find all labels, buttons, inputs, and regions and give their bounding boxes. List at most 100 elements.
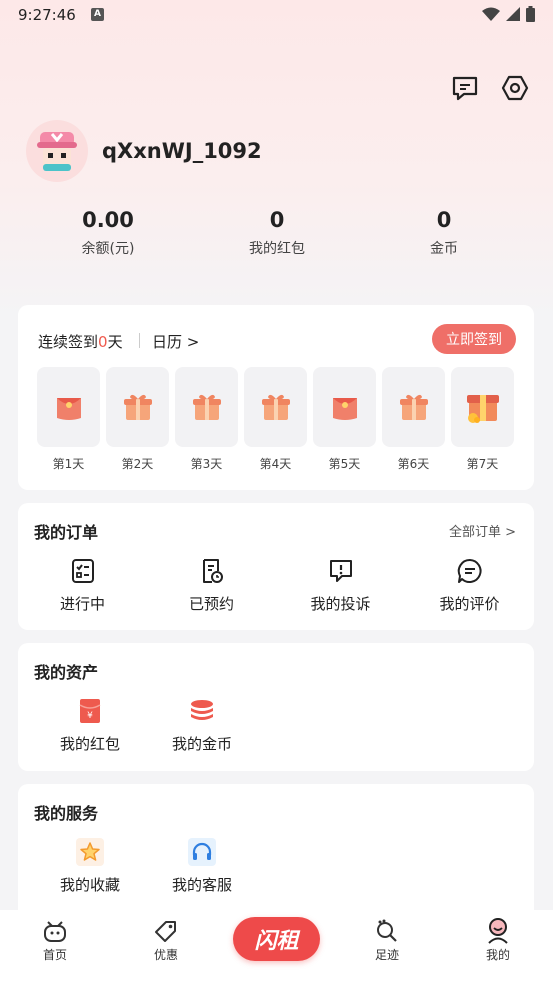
gift-icon <box>261 394 290 420</box>
checkin-day[interactable]: 第5天 <box>313 367 376 472</box>
checkin-day-label: 第7天 <box>466 457 499 471</box>
checkin-day-box <box>37 367 100 447</box>
checklist-icon <box>71 559 94 583</box>
message-button[interactable] <box>451 74 479 102</box>
settings-button[interactable] <box>501 74 529 102</box>
star-icon <box>76 838 104 866</box>
service-item-label: 我的收藏 <box>59 876 120 894</box>
home-icon <box>44 921 66 942</box>
checkin-days: 0 <box>98 333 108 351</box>
red-envelope-icon: ¥ <box>79 699 101 723</box>
tab-label: 足迹 <box>374 948 399 962</box>
profile-header[interactable]: qXxnWJ_1092 <box>26 120 262 182</box>
service-item-label: 我的客服 <box>171 876 232 894</box>
order-in-progress[interactable]: 进行中 <box>18 557 147 614</box>
svg-text:¥: ¥ <box>87 711 93 721</box>
checkin-day[interactable]: 第4天 <box>244 367 307 472</box>
tab-label: 我的 <box>485 948 510 962</box>
review-icon <box>457 558 482 583</box>
checkin-button[interactable]: 立即签到 <box>432 324 516 354</box>
status-bar: 9:27:46 A <box>0 0 553 30</box>
avatar[interactable] <box>26 120 88 182</box>
asset-red-envelope[interactable]: ¥ 我的红包 <box>34 697 146 754</box>
checkin-day[interactable]: 第1天 <box>37 367 100 472</box>
all-orders-link[interactable]: 全部订单 > <box>449 521 516 540</box>
checkin-day-label: 第5天 <box>328 457 361 471</box>
services-row: 我的收藏 我的客服 <box>34 838 258 895</box>
checkin-day[interactable]: 第6天 <box>382 367 445 472</box>
stat-balance[interactable]: 0.00 余额(元) <box>38 208 178 258</box>
services-title: 我的服务 <box>34 804 99 823</box>
gift-icon <box>399 394 428 420</box>
orders-card: 我的订单 全部订单 > 进行中 已预约 我的投诉 我的评价 <box>18 503 534 630</box>
checkin-day-label: 第4天 <box>259 457 292 471</box>
chevron-right-icon: > <box>186 333 200 351</box>
avatar-character-icon <box>37 132 77 171</box>
wifi-icon <box>482 7 500 21</box>
red-envelope-icon <box>56 398 81 420</box>
checkin-day-label: 第6天 <box>397 457 430 471</box>
coin-stack-icon <box>191 700 213 720</box>
assets-card: 我的资产 ¥ 我的红包 我的金币 <box>18 643 534 771</box>
checkin-day-label: 第2天 <box>121 457 154 471</box>
checkin-day-label: 第3天 <box>190 457 223 471</box>
gift-icon <box>192 394 221 420</box>
wallet-stats: 0.00 余额(元) 0 我的红包 0 金币 <box>0 208 553 268</box>
asset-item-label: 我的金币 <box>171 735 232 753</box>
checkin-day[interactable]: 第3天 <box>175 367 238 472</box>
divider <box>139 333 140 348</box>
assets-title: 我的资产 <box>34 663 99 682</box>
orders-title: 我的订单 <box>34 523 99 542</box>
order-item-label: 进行中 <box>59 595 105 613</box>
service-favorites[interactable]: 我的收藏 <box>34 838 146 895</box>
signal-icon <box>506 7 520 21</box>
checkin-day-box <box>175 367 238 447</box>
stat-label: 我的红包 <box>249 241 305 257</box>
center-logo-button[interactable]: 闪租 <box>233 917 320 961</box>
calendar-link[interactable]: 日历 > <box>152 331 199 352</box>
stat-label: 金币 <box>430 241 458 257</box>
order-item-label: 我的投诉 <box>310 595 371 613</box>
checkin-prefix: 连续签到 <box>38 333 99 351</box>
big-gift-icon <box>466 395 499 423</box>
checkin-day-box <box>313 367 376 447</box>
order-reviews[interactable]: 我的评价 <box>405 557 534 614</box>
notification-a-icon: A <box>91 8 104 21</box>
stat-value: 0 <box>269 208 285 232</box>
tab-home[interactable]: 首页 <box>25 918 85 963</box>
checkin-day[interactable]: 第7天 <box>451 367 514 472</box>
status-icons <box>482 6 535 22</box>
order-reserved[interactable]: 已预约 <box>147 557 276 614</box>
document-clock-icon <box>202 559 223 583</box>
username[interactable]: qXxnWJ_1092 <box>102 139 262 163</box>
checkin-card: 连续签到0天 日历 > 立即签到 第1天 第2天 第3天 第4天 第5天 第6天… <box>18 305 534 490</box>
checkin-day[interactable]: 第2天 <box>106 367 169 472</box>
order-item-label: 已预约 <box>188 595 234 613</box>
header-actions <box>451 74 529 102</box>
checkin-suffix: 天 <box>107 333 123 351</box>
stat-value: 0 <box>436 208 452 232</box>
checkin-day-box <box>244 367 307 447</box>
service-support[interactable]: 我的客服 <box>146 838 258 895</box>
order-complaints[interactable]: 我的投诉 <box>276 557 405 614</box>
gift-icon <box>123 394 152 420</box>
asset-item-label: 我的红包 <box>59 735 120 753</box>
profile-face-icon <box>488 918 508 944</box>
stat-coins[interactable]: 0 金币 <box>374 208 514 258</box>
orders-row: 进行中 已预约 我的投诉 我的评价 <box>18 557 534 614</box>
checkin-day-box <box>451 367 514 447</box>
checkin-day-box <box>106 367 169 447</box>
tab-mine[interactable]: 我的 <box>468 918 528 963</box>
red-envelope-icon <box>332 398 357 420</box>
tab-deals[interactable]: 优惠 <box>136 918 196 963</box>
tab-footprints[interactable]: 足迹 <box>357 918 417 963</box>
order-item-label: 我的评价 <box>439 595 500 613</box>
stat-red-envelopes[interactable]: 0 我的红包 <box>207 208 347 258</box>
assets-row: ¥ 我的红包 我的金币 <box>34 697 258 754</box>
headset-icon <box>188 838 216 866</box>
complaint-icon <box>329 560 352 582</box>
tab-label: 首页 <box>42 948 67 962</box>
asset-coins[interactable]: 我的金币 <box>146 697 258 754</box>
settings-icon <box>501 75 529 101</box>
services-card: 我的服务 我的收藏 我的客服 <box>18 784 534 924</box>
